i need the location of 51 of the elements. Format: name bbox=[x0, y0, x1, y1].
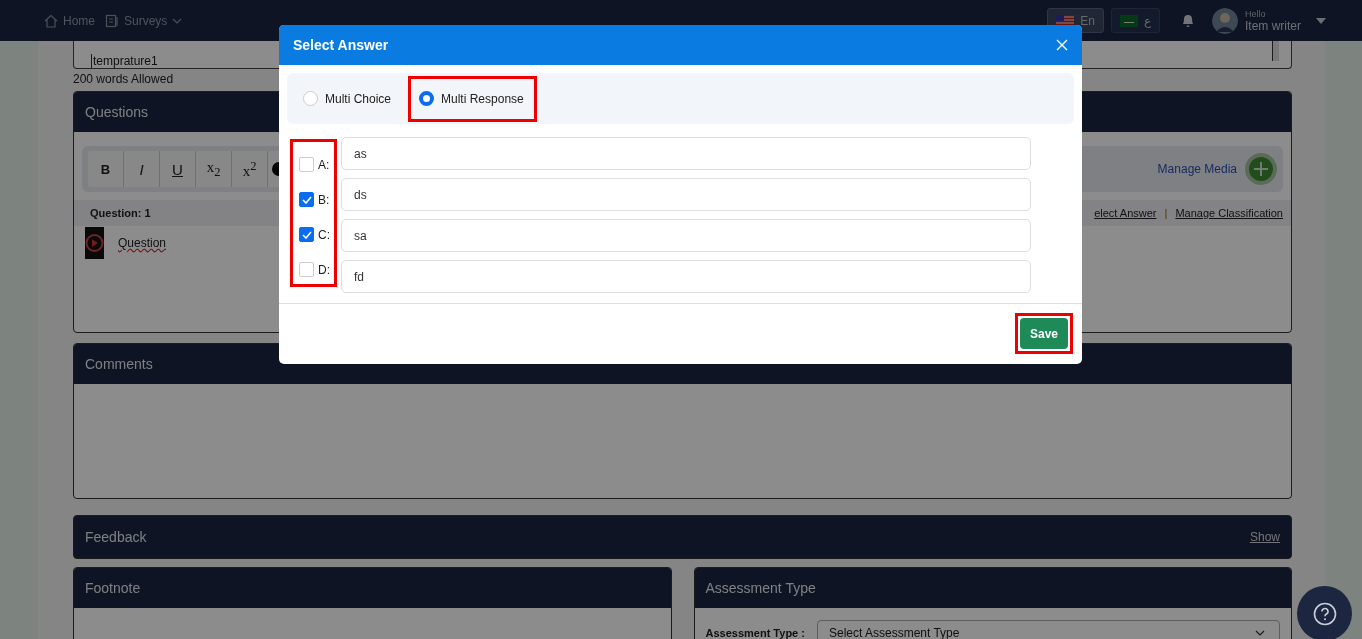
help-button[interactable] bbox=[1297, 586, 1352, 639]
card-title: Questions bbox=[85, 104, 149, 120]
answer-field[interactable]: fd bbox=[341, 260, 1031, 293]
select-field[interactable]: Select Assessment Type bbox=[816, 620, 1280, 639]
format-button[interactable]: U bbox=[160, 151, 196, 187]
save-button[interactable]: Save bbox=[1020, 318, 1068, 349]
flag-icon bbox=[1056, 14, 1075, 27]
add-button[interactable] bbox=[1245, 153, 1277, 185]
answer-checkbox[interactable]: C: bbox=[299, 221, 330, 242]
format-button[interactable]: B bbox=[88, 151, 124, 187]
card-title: Assessment Type bbox=[705, 580, 816, 596]
answer-field[interactable]: as bbox=[341, 137, 1031, 170]
modal-title: Select Answer bbox=[293, 37, 389, 53]
card-title: Feedback bbox=[85, 529, 147, 545]
question-mark-icon bbox=[1312, 601, 1337, 626]
checkmark-icon bbox=[301, 230, 312, 239]
select-answer-link[interactable]: elect Answer bbox=[1094, 207, 1157, 219]
card-title: Comments bbox=[85, 356, 153, 372]
checkmark-icon bbox=[301, 195, 312, 204]
answer-field[interactable]: ds bbox=[341, 178, 1031, 211]
close-icon[interactable] bbox=[1056, 39, 1068, 51]
user-name[interactable]: Item writer bbox=[1245, 18, 1301, 33]
manage-media-link[interactable]: Manage Media bbox=[1157, 162, 1237, 176]
radio-option[interactable]: Multi Response bbox=[408, 75, 537, 122]
answer-field[interactable]: sa bbox=[341, 219, 1031, 252]
word-limit-text: 200 words Allowed bbox=[73, 71, 175, 88]
bell-icon[interactable] bbox=[1181, 13, 1195, 28]
show-link[interactable]: Show bbox=[1249, 530, 1280, 544]
card-title: Footnote bbox=[85, 580, 141, 596]
separator-text: | bbox=[1164, 207, 1168, 219]
radio-option[interactable]: Multi Choice bbox=[300, 75, 405, 122]
answer-checkbox[interactable]: A: bbox=[299, 151, 330, 172]
field-label: Assessment Type : bbox=[705, 627, 805, 639]
question-number: Question: 1 bbox=[90, 207, 151, 219]
question-text[interactable]: Question bbox=[118, 236, 167, 250]
caret-icon[interactable] bbox=[1316, 17, 1326, 24]
avatar-icon[interactable] bbox=[1212, 7, 1238, 34]
format-button[interactable]: x$_{2}$ bbox=[196, 151, 232, 187]
format-button[interactable]: x$^{2}$ bbox=[232, 151, 268, 187]
document-icon bbox=[105, 13, 119, 28]
flag-icon bbox=[1120, 14, 1138, 27]
home-icon bbox=[44, 13, 58, 28]
chevron-down-icon bbox=[1255, 630, 1265, 636]
format-button[interactable]: I bbox=[124, 151, 160, 187]
manage-classification-link[interactable]: Manage Classification bbox=[1175, 207, 1283, 219]
plus-icon bbox=[1251, 159, 1271, 179]
greeting-text: Hello bbox=[1245, 8, 1267, 19]
answer-checkbox[interactable]: B: bbox=[299, 186, 330, 207]
language-button[interactable]: ع bbox=[1111, 8, 1160, 33]
answer-checkbox[interactable]: D: bbox=[299, 256, 330, 277]
chevron-down-icon bbox=[172, 17, 183, 24]
